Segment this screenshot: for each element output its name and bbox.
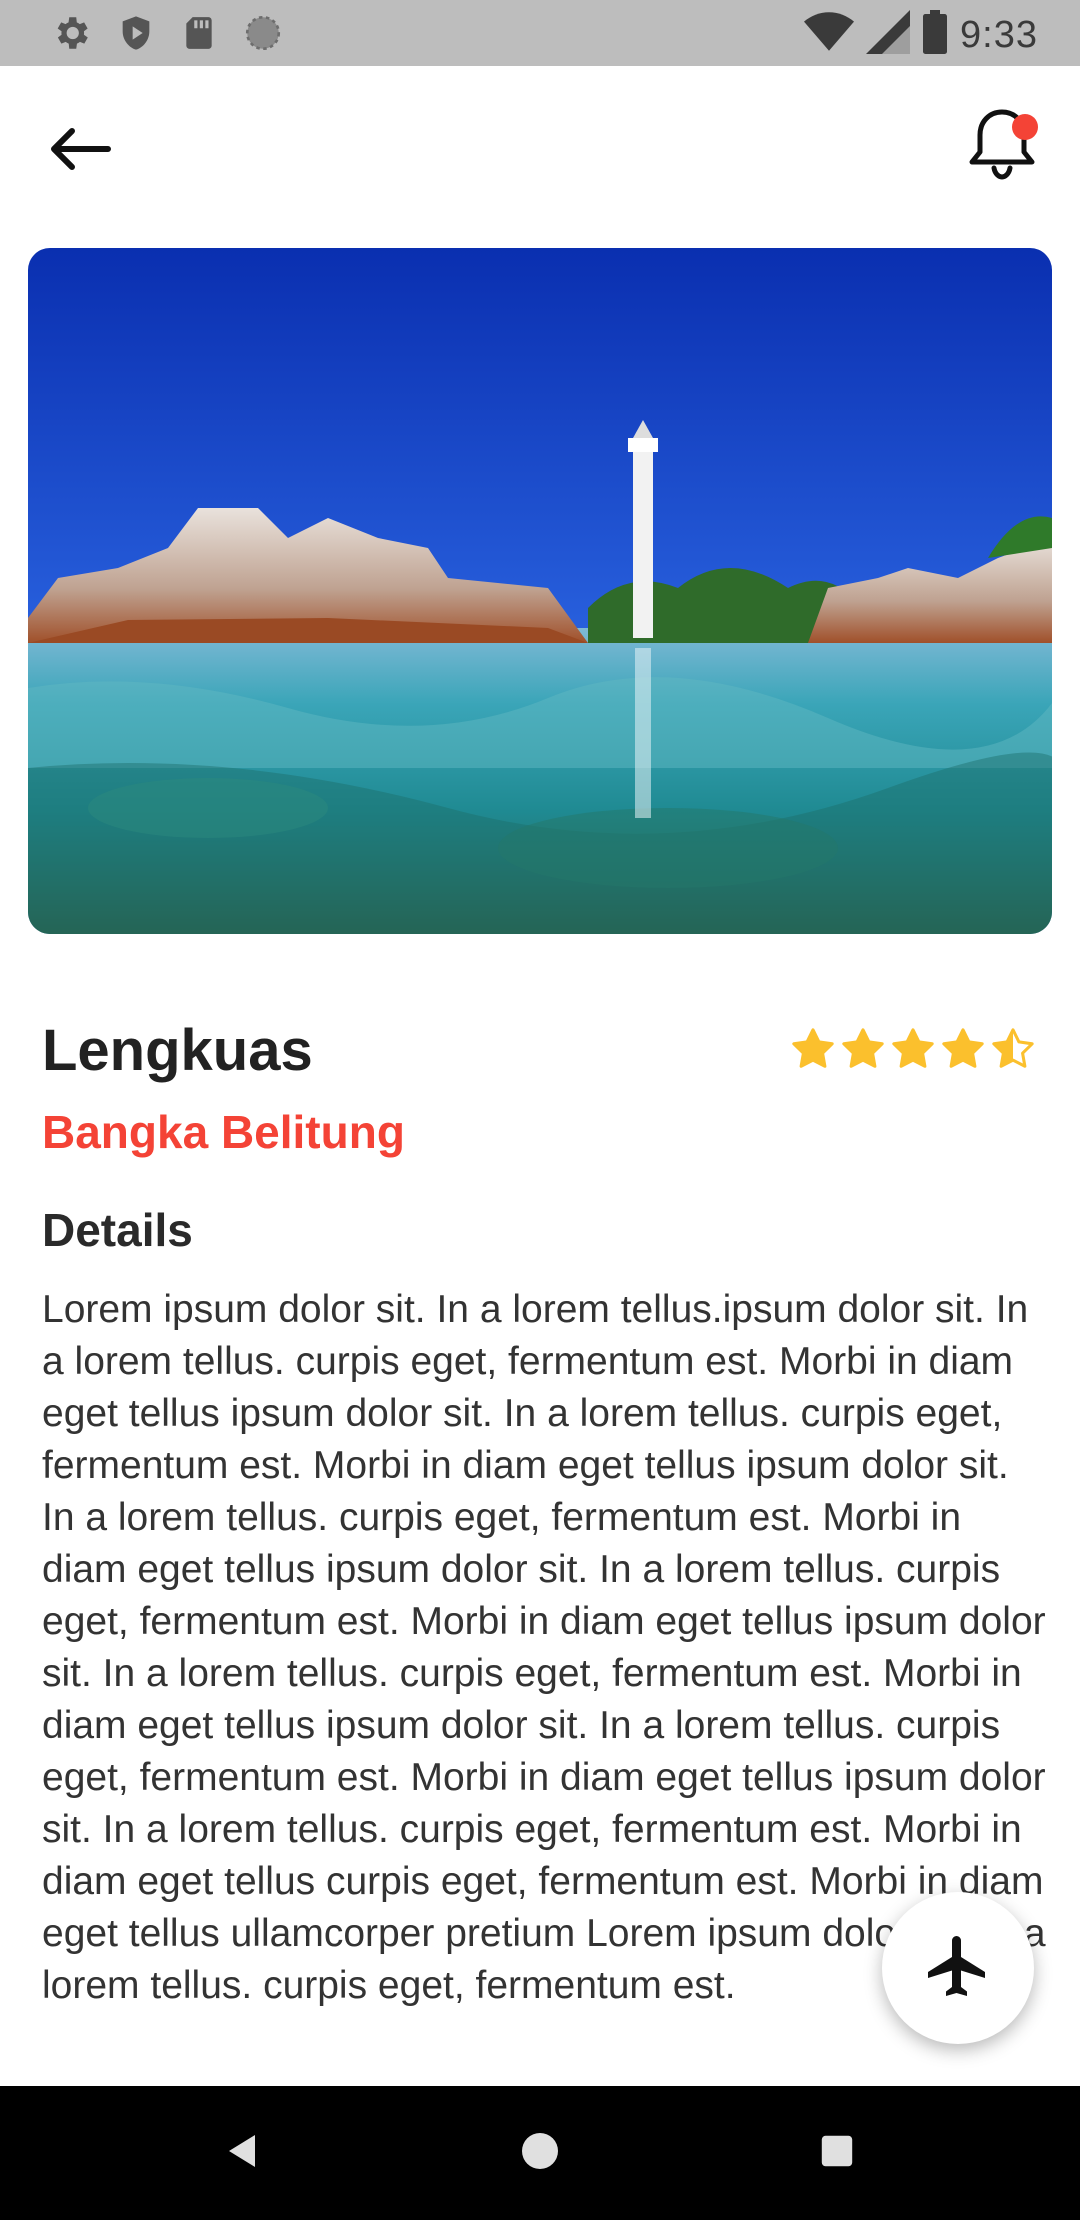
circle-icon (242, 12, 284, 59)
status-bar: 9:33 (0, 0, 1080, 66)
nav-recents-button[interactable] (804, 2120, 870, 2186)
rating-stars (790, 1026, 1036, 1077)
star-full-icon (890, 1026, 936, 1077)
star-full-icon (790, 1026, 836, 1077)
recents-square-icon (818, 2132, 856, 2175)
destination-image (28, 248, 1052, 934)
place-name: Lengkuas (42, 1018, 313, 1083)
back-triangle-icon (223, 2131, 263, 2176)
status-left-icons (50, 12, 284, 59)
nav-home-button[interactable] (507, 2120, 573, 2186)
sd-card-icon (180, 12, 218, 59)
nav-back-button[interactable] (210, 2120, 276, 2186)
home-circle-icon (520, 2131, 560, 2176)
screen: 9:33 Lengkuas Bangka Belitung Details Lo… (0, 0, 1080, 2220)
place-location: Bangka Belitung (42, 1106, 405, 1158)
airplane-icon (922, 1930, 994, 2007)
shield-icon (116, 12, 156, 59)
arrow-left-icon (46, 127, 112, 176)
status-right-icons: 9:33 (804, 10, 1038, 59)
gear-icon (50, 12, 92, 59)
status-time: 9:33 (960, 13, 1038, 56)
signal-icon (866, 10, 911, 59)
book-flight-button[interactable] (882, 1892, 1034, 2044)
back-button[interactable] (34, 106, 124, 196)
battery-icon (922, 10, 948, 59)
notification-button[interactable] (952, 96, 1052, 196)
top-app-bar (0, 66, 1080, 216)
notification-badge-dot (1012, 114, 1038, 140)
details-heading: Details (42, 1204, 193, 1256)
star-full-icon (940, 1026, 986, 1077)
star-half-icon (990, 1026, 1036, 1077)
wifi-icon (804, 10, 855, 59)
system-navigation-bar (0, 2086, 1080, 2220)
star-full-icon (840, 1026, 886, 1077)
